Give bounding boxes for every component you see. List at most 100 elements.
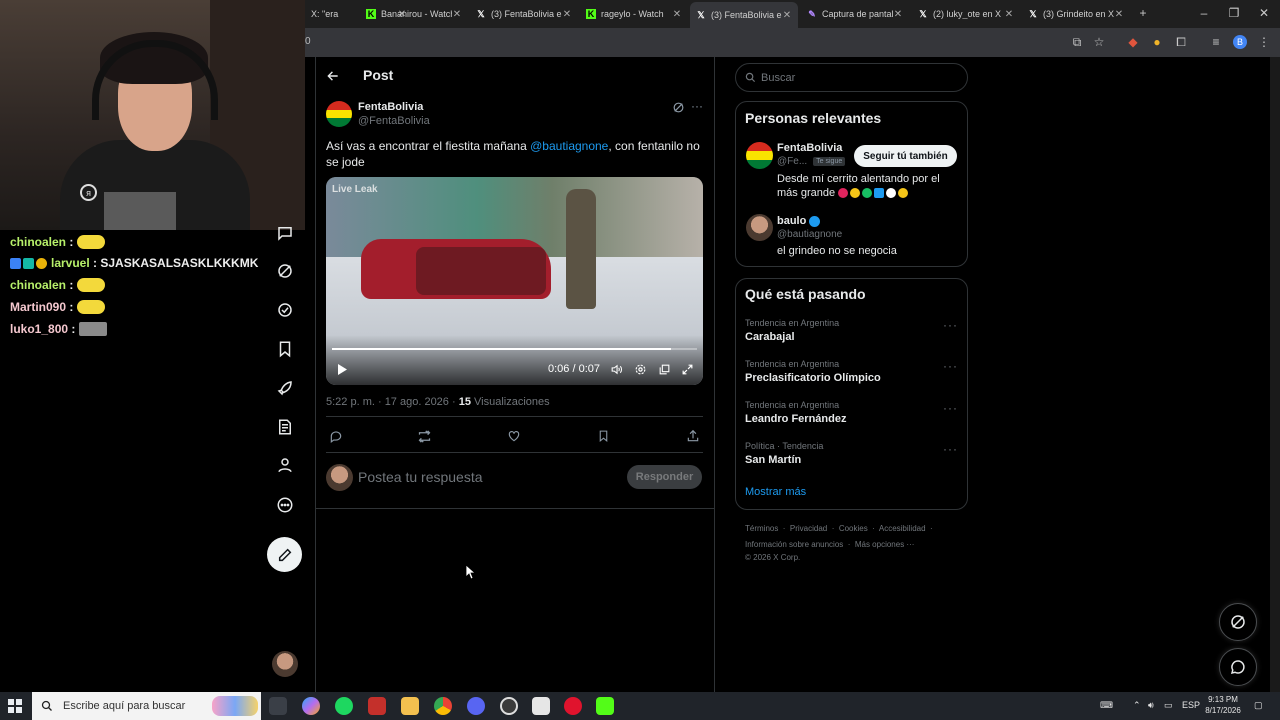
person-handle[interactable]: @bautiagnone [777,229,842,240]
browser-tab[interactable]: 𝕏 (2) luky_ote en X ✕ [912,3,1020,25]
person-name[interactable]: FentaBolivia [777,142,842,154]
profile-icon[interactable] [274,454,296,476]
show-more-link[interactable]: Mostrar más [745,486,806,498]
footer-link[interactable]: Privacidad [790,524,827,533]
trend-more-icon[interactable]: ··· [943,442,958,456]
video-progress-bar[interactable] [332,348,697,350]
trend-name[interactable]: San Martín [745,454,801,466]
tab-close-icon[interactable]: ✕ [1114,9,1124,20]
repost-icon[interactable] [416,428,432,444]
person-name[interactable]: baulo [777,215,821,227]
extensions-puzzle-icon[interactable]: ⧠ [1173,34,1189,50]
author-handle[interactable]: @FentaBolivia [358,115,430,127]
trend-more-icon[interactable]: ··· [943,401,958,415]
language-indicator[interactable]: ESP [1182,700,1200,710]
footer-link[interactable]: Términos [745,524,778,533]
windows-start-icon[interactable] [8,699,22,713]
capcut-icon[interactable] [532,697,550,715]
more-options-icon[interactable] [274,494,296,516]
network-icon[interactable]: ▭ [1164,700,1173,711]
account-avatar[interactable] [272,651,298,677]
grok-fab-button[interactable] [1219,603,1257,641]
grok-explain-icon[interactable] [672,101,685,114]
video-player[interactable]: Live Leak 0:06 / 0:07 [326,177,703,385]
bookmarks-icon[interactable] [274,338,296,360]
file-explorer-icon[interactable] [401,697,419,715]
like-heart-icon[interactable] [506,428,522,444]
messages-fab-button[interactable] [1219,648,1257,686]
reply-button[interactable]: Responder [627,465,702,489]
verified-orgs-icon[interactable] [274,299,296,321]
browser-menu-icon[interactable]: ⋮ [1256,34,1272,50]
discord-icon[interactable] [467,697,485,715]
taskbar-search-input[interactable] [63,700,213,712]
obs-icon[interactable] [500,697,518,715]
post-more-icon[interactable]: ··· [691,99,703,113]
fullscreen-icon[interactable] [680,362,694,376]
bookmark-star-icon[interactable]: ☆ [1091,34,1107,50]
tab-close-icon[interactable]: ✕ [562,9,572,20]
maximize-icon[interactable]: ❐ [1226,5,1242,21]
extension-icon[interactable]: ● [1149,34,1165,50]
new-tab-icon[interactable]: + [1135,5,1151,21]
jobs-rocket-icon[interactable] [274,377,296,399]
taskbar-clock[interactable]: 9:13 PM 8/17/2026 [1203,694,1243,716]
taskbar-search[interactable] [32,692,261,720]
kick-icon[interactable] [596,697,614,715]
trend-name[interactable]: Carabajal [745,331,795,343]
browser-tab-active[interactable]: 𝕏 (3) FentaBolivia en ✕ [690,2,798,28]
search-input[interactable] [761,71,951,84]
search-box[interactable] [735,63,968,92]
footer-link[interactable]: Cookies [839,524,868,533]
volume-tray-icon[interactable]: 🔊︎ [1148,700,1154,711]
chrome-icon[interactable] [434,697,452,715]
share-icon[interactable] [685,428,701,444]
trend-more-icon[interactable]: ··· [943,318,958,332]
picture-in-picture-icon[interactable] [657,362,671,376]
trend-more-icon[interactable]: ··· [943,359,958,373]
copilot-icon[interactable] [302,697,320,715]
play-icon[interactable] [335,362,349,376]
settings-gear-icon[interactable] [633,362,647,376]
tray-chevron-icon[interactable]: ⌃ [1133,700,1141,711]
trend-name[interactable]: Leandro Fernández [745,413,846,425]
minimize-icon[interactable]: – [1196,5,1212,21]
reply-input[interactable] [358,466,618,488]
browser-tab[interactable]: K Bananirou - Watch ✕ [360,3,468,25]
tab-close-icon[interactable]: ✕ [672,9,682,20]
footer-link[interactable]: Accesibilidad [879,524,926,533]
person-avatar[interactable] [746,214,773,241]
grok-icon[interactable] [274,260,296,282]
footer-link[interactable]: Información sobre anuncios [745,540,843,549]
url-text[interactable]: 0 [305,36,311,47]
notification-icon[interactable]: ▢ [1254,700,1263,711]
reply-icon[interactable] [328,428,344,444]
extension-icon[interactable]: ◆ [1125,34,1141,50]
messages-icon[interactable] [274,222,296,244]
profile-avatar[interactable]: B [1233,35,1247,49]
keyboard-icon[interactable]: ⌨ [1100,700,1113,711]
trend-name[interactable]: Preclasificatorio Olímpico [745,372,881,384]
voicemeeter-icon[interactable] [368,697,386,715]
browser-tab[interactable]: 𝕏 (3) Grindeito en X ✕ [1022,3,1130,25]
browser-tab[interactable]: ✎ Captura de pantalla ✕ [801,3,909,25]
person-avatar[interactable] [746,142,773,169]
media-control-icon[interactable]: ≡ [1208,34,1224,50]
author-avatar[interactable] [326,101,352,127]
bookmark-icon[interactable] [595,428,611,444]
page-scrollbar[interactable] [1270,57,1280,692]
browser-tab[interactable]: K rageylo - Watch ✕ [580,3,688,25]
task-view-icon[interactable] [269,697,287,715]
footer-link[interactable]: Más opciones ··· [855,540,915,549]
post-timestamp[interactable]: 5:22 p. m. · 17 ago. 2026 · [326,396,459,408]
compose-post-button[interactable] [267,537,302,572]
follow-button[interactable]: Seguir tú también [854,145,957,167]
browser-tab[interactable]: 𝕏 (3) FentaBolivia en ✕ [470,3,578,25]
tab-close-icon[interactable]: ✕ [452,9,462,20]
back-arrow-icon[interactable] [326,69,340,83]
close-window-icon[interactable]: ✕ [1256,5,1272,21]
spotify-icon[interactable] [335,697,353,715]
tab-close-icon[interactable]: ✕ [782,10,792,21]
author-name[interactable]: FentaBolivia [358,101,423,113]
tab-close-icon[interactable]: ✕ [1004,9,1014,20]
